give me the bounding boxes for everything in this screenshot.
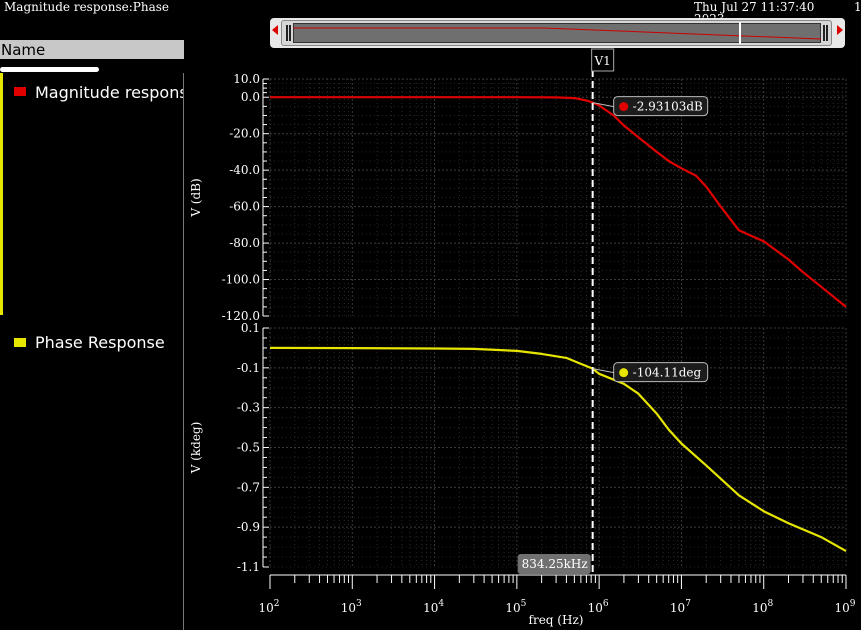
cursor-freq-label: 834.25kHz [522, 557, 588, 571]
x-tick-label: 108 [752, 599, 773, 615]
cursor-name-label: V1 [594, 54, 611, 68]
x-tick-label: 109 [834, 599, 855, 615]
y-tick-label: -100.0 [222, 273, 260, 287]
bode-plot[interactable]: 10.00.0-20.0-40.0-60.0-80.0-100.0-120.0V… [0, 0, 861, 630]
marker-value-label: -104.11deg [633, 366, 702, 380]
y-tick-label: -40.0 [229, 163, 260, 177]
y-tick-label: -20.0 [229, 127, 260, 141]
grid-layer [269, 78, 847, 568]
y-tick-label: -0.3 [237, 401, 260, 415]
x-tick-label: 107 [670, 599, 691, 615]
y-tick-label: 10.0 [233, 72, 260, 86]
x-tick-label: 105 [505, 599, 526, 615]
y-axis-title: V (dB) [189, 178, 203, 217]
y-axis-title: V (kdeg) [189, 422, 203, 475]
y-tick-label: 0.0 [241, 90, 260, 104]
marker-dot [619, 102, 629, 112]
x-tick-label: 103 [341, 599, 362, 615]
x-tick-label: 104 [423, 599, 444, 615]
series-layer [269, 96, 847, 553]
y-tick-label: -0.1 [237, 361, 260, 375]
y-tick-label: -0.9 [237, 520, 260, 534]
y-tick-label: -80.0 [229, 236, 260, 250]
y-tick-label: -0.7 [237, 480, 260, 494]
y-tick-label: -60.0 [229, 200, 260, 214]
marker-value-label: -2.93103dB [633, 100, 703, 114]
x-axis-title: freq (Hz) [529, 613, 584, 627]
y-tick-label: 0.1 [241, 321, 260, 335]
label-layer: -2.93103dB -104.11deg [592, 96, 709, 383]
y-tick-label: -0.5 [237, 441, 260, 455]
y-tick-label: -1.1 [237, 560, 260, 574]
x-tick-label: 106 [588, 599, 609, 615]
marker-dot [619, 368, 629, 378]
x-tick-label: 102 [258, 599, 279, 615]
